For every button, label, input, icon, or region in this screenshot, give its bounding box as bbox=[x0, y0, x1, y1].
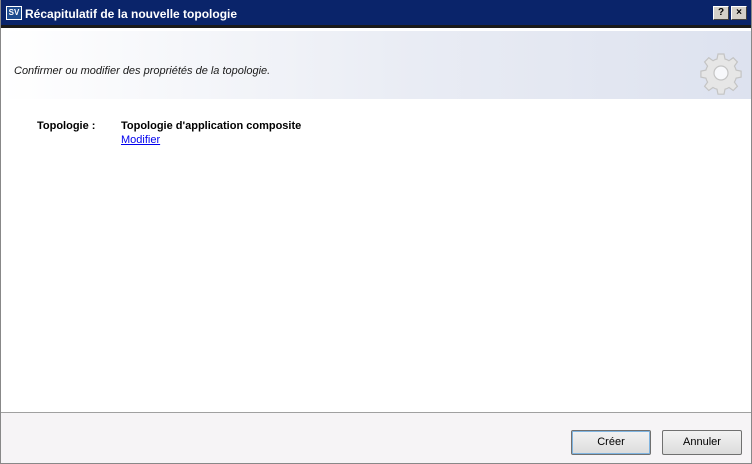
title-bar[interactable]: SV Récapitulatif de la nouvelle topologi… bbox=[1, 0, 751, 28]
app-icon: SV bbox=[6, 6, 22, 20]
dialog-window: SV Récapitulatif de la nouvelle topologi… bbox=[0, 0, 752, 464]
create-button[interactable]: Créer bbox=[571, 430, 651, 455]
cancel-button[interactable]: Annuler bbox=[662, 430, 742, 455]
header-band: Confirmer ou modifier des propriétés de … bbox=[1, 31, 751, 99]
header-subtitle: Confirmer ou modifier des propriétés de … bbox=[14, 65, 271, 77]
window-title: Récapitulatif de la nouvelle topologie bbox=[25, 7, 238, 21]
button-footer: Créer Annuler bbox=[1, 412, 751, 463]
topology-label: Topologie : bbox=[37, 120, 96, 132]
close-button[interactable]: × bbox=[731, 6, 747, 20]
help-button[interactable]: ? bbox=[713, 6, 729, 20]
gear-icon bbox=[700, 53, 742, 95]
modify-link[interactable]: Modifier bbox=[121, 134, 160, 146]
topology-value: Topologie d'application composite bbox=[121, 120, 302, 132]
